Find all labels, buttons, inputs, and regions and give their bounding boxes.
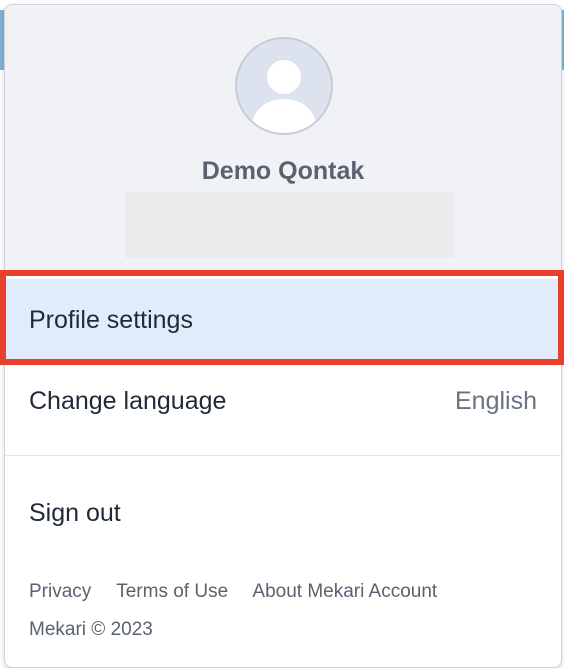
user-avatar-icon bbox=[235, 37, 333, 135]
profile-settings-label: Profile settings bbox=[29, 306, 193, 334]
menu-divider bbox=[5, 455, 561, 456]
sign-out-label: Sign out bbox=[29, 499, 121, 527]
copyright-text: Mekari © 2023 bbox=[29, 619, 153, 640]
change-language-label: Change language bbox=[29, 387, 227, 415]
account-dropdown-menu: Demo Qontak Profile settings Change lang… bbox=[4, 4, 562, 668]
footer-links: Privacy Terms of Use About Mekari Accoun… bbox=[29, 581, 457, 603]
current-language-value: English bbox=[455, 387, 537, 415]
change-language-item[interactable]: Change language English bbox=[5, 367, 561, 455]
profile-header: Demo Qontak bbox=[5, 5, 561, 275]
privacy-link[interactable]: Privacy bbox=[29, 581, 91, 602]
user-name: Demo Qontak bbox=[201, 157, 365, 185]
about-mekari-account-link[interactable]: About Mekari Account bbox=[252, 581, 437, 602]
terms-of-use-link[interactable]: Terms of Use bbox=[116, 581, 228, 602]
profile-settings-item[interactable]: Profile settings bbox=[5, 279, 561, 363]
sign-out-item[interactable]: Sign out bbox=[5, 481, 561, 541]
email-redacted-block bbox=[125, 192, 454, 258]
